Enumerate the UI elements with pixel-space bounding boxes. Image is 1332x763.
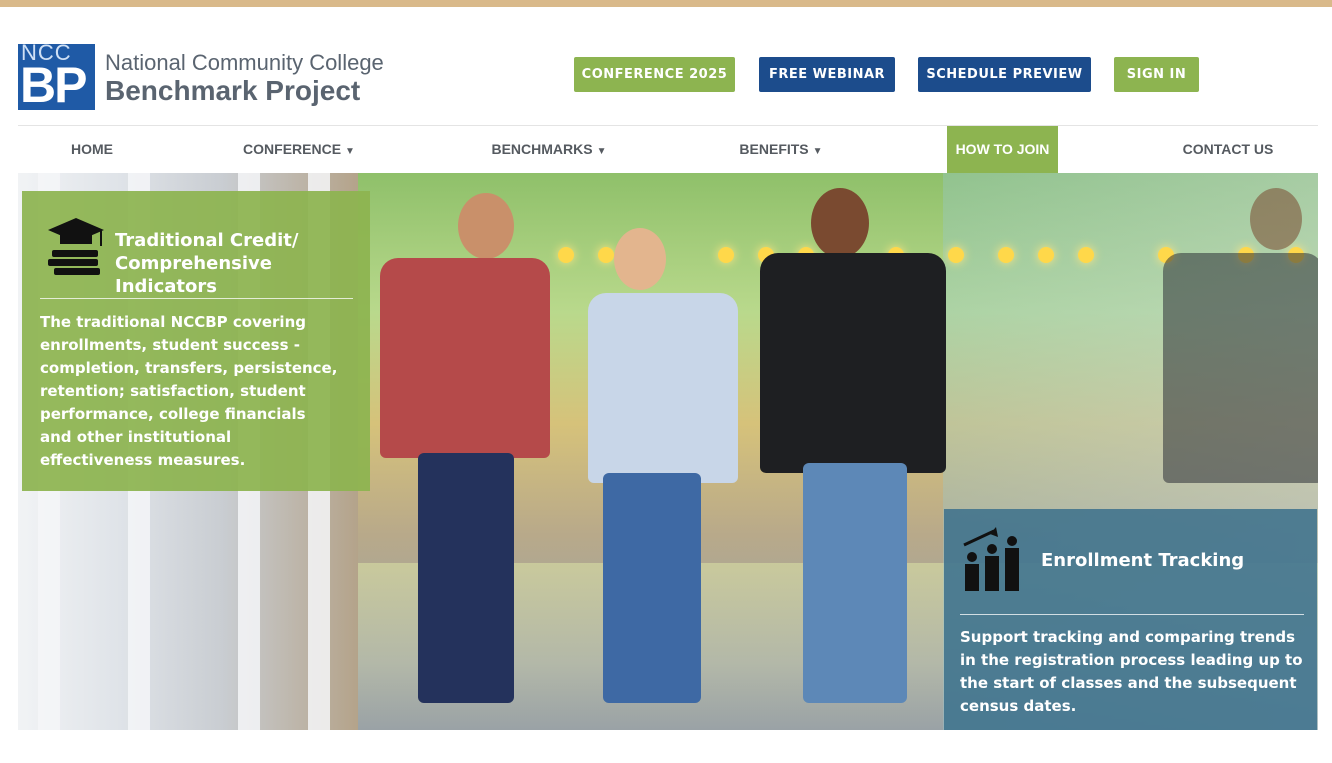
nav-benefits[interactable]: BENEFITS ▼: [733, 126, 829, 174]
enrollment-tracking-card[interactable]: Enrollment Tracking Support tracking and…: [944, 509, 1317, 730]
card-divider: [40, 298, 353, 299]
nav-conference-label: CONFERENCE: [243, 141, 342, 157]
nav-contact-us[interactable]: CONTACT US: [1172, 126, 1284, 174]
top-accent-strip: [0, 0, 1332, 7]
card-divider: [960, 614, 1304, 615]
conference-2025-button[interactable]: CONFERENCE 2025: [574, 57, 735, 92]
nav-benchmarks-label: BENCHMARKS: [491, 141, 593, 157]
free-webinar-button[interactable]: FREE WEBINAR: [759, 57, 895, 92]
schedule-preview-button[interactable]: SCHEDULE PREVIEW: [918, 57, 1091, 92]
nav-benefits-label: BENEFITS: [739, 141, 809, 157]
graduation-cap-books-icon: [48, 218, 104, 275]
main-nav: HOME CONFERENCE ▼ BENCHMARKS ▼ BENEFITS ▼ H…: [18, 125, 1318, 174]
logo-name-line1: National Community College: [105, 50, 384, 75]
traditional-indicators-card[interactable]: Traditional Credit/ Comprehensive Indica…: [22, 191, 370, 491]
card-description: Support tracking and comparing trends in…: [960, 628, 1303, 715]
card-title-line1: Traditional Credit/: [115, 230, 299, 251]
nav-how-to-join-label: HOW TO JOIN: [955, 141, 1050, 157]
logo-name-line2: Benchmark Project: [105, 75, 361, 106]
nav-home-label: HOME: [71, 141, 113, 157]
card-description: The traditional NCCBP covering enrollmen…: [40, 313, 338, 469]
caret-down-icon: ▼: [812, 146, 823, 157]
logo-mark-bottom: BP: [20, 57, 87, 110]
caret-down-icon: ▼: [596, 146, 607, 157]
nav-conference[interactable]: CONFERENCE ▼: [238, 126, 360, 174]
caret-down-icon: ▼: [345, 146, 355, 157]
enrollment-growth-people-icon: [963, 527, 1019, 591]
nav-how-to-join[interactable]: HOW TO JOIN: [947, 126, 1058, 174]
card-title-line2: Comprehensive Indicators: [115, 253, 272, 297]
card-title: Enrollment Tracking: [1041, 550, 1245, 571]
nav-home[interactable]: HOME: [54, 126, 130, 174]
nav-contact-us-label: CONTACT US: [1182, 141, 1274, 157]
site-logo[interactable]: NCC BP National Community College Benchm…: [18, 44, 384, 114]
nav-benchmarks[interactable]: BENCHMARKS ▼: [484, 126, 614, 174]
logo-mark: NCC BP: [18, 44, 95, 110]
sign-in-button[interactable]: SIGN IN: [1114, 57, 1199, 92]
